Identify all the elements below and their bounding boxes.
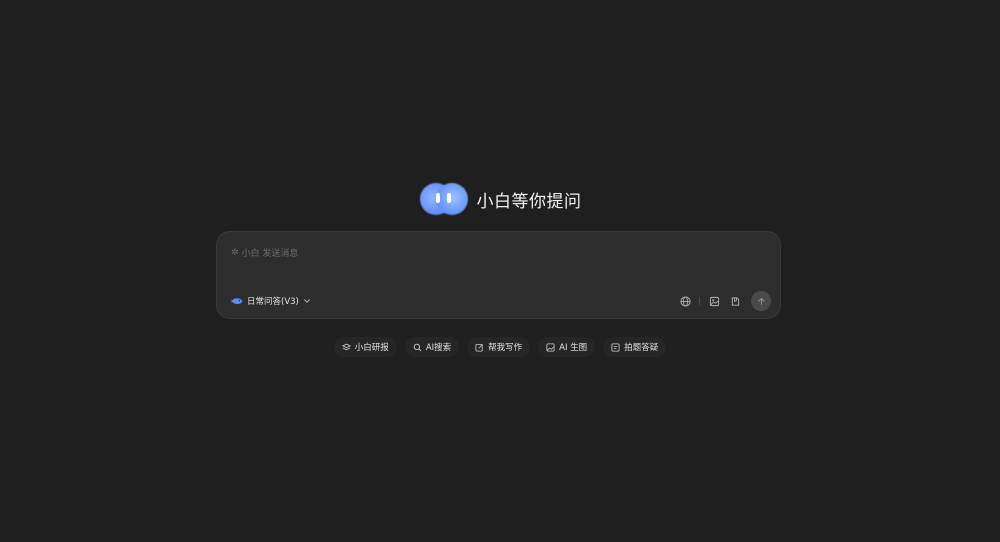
hero: 小白等你提问 <box>0 182 1000 216</box>
chip-ai-image[interactable]: AI 生图 <box>538 337 596 357</box>
chip-photo-answer[interactable]: 拍题答疑 <box>603 337 667 357</box>
hero-title: 小白等你提问 <box>476 191 582 212</box>
chip-label: 小白研报 <box>354 343 389 353</box>
upload-image-button[interactable] <box>706 293 722 309</box>
image-icon <box>546 342 555 352</box>
send-button[interactable] <box>751 291 771 311</box>
tool-divider <box>699 297 700 305</box>
upload-file-button[interactable] <box>727 293 743 309</box>
chevron-down-icon <box>303 299 310 303</box>
chip-label: AI搜索 <box>425 343 452 353</box>
chip-label: 拍题答疑 <box>624 343 659 353</box>
composer-tools <box>677 291 771 311</box>
globe-icon <box>679 295 691 307</box>
quick-actions: 小白研报 AI搜索 帮我写作 AI 生图 拍题答疑 <box>0 337 1000 357</box>
image-icon <box>709 296 719 306</box>
message-input[interactable]: ✲ 小白 发送消息 <box>231 246 751 260</box>
sparkle-icon: ✲ <box>231 247 239 258</box>
xiaobai-logo-icon <box>419 182 469 216</box>
web-search-toggle[interactable] <box>677 293 693 309</box>
chip-ai-search[interactable]: AI搜索 <box>404 337 460 357</box>
message-placeholder: 小白 发送消息 <box>241 249 299 259</box>
chip-writing[interactable]: 帮我写作 <box>467 337 531 357</box>
arrow-up-icon <box>757 297 765 305</box>
chip-research-report[interactable]: 小白研报 <box>333 337 397 357</box>
layers-icon <box>341 343 351 350</box>
composer-card: ✲ 小白 发送消息 日常问答(V3) <box>216 231 781 319</box>
mode-label: 日常问答(V3) <box>247 297 299 307</box>
mode-selector[interactable]: 日常问答(V3) <box>231 295 311 307</box>
page: 小白等你提问 ✲ 小白 发送消息 日常问答(V3) 小白研报 AI搜索 帮我写作… <box>0 0 1000 542</box>
chip-label: AI 生图 <box>559 343 588 353</box>
scan-icon <box>611 342 620 352</box>
whale-icon <box>231 298 243 304</box>
chip-label: 帮我写作 <box>488 343 523 353</box>
pen-icon <box>475 343 484 352</box>
file-icon <box>731 296 739 306</box>
search-icon <box>413 343 422 351</box>
